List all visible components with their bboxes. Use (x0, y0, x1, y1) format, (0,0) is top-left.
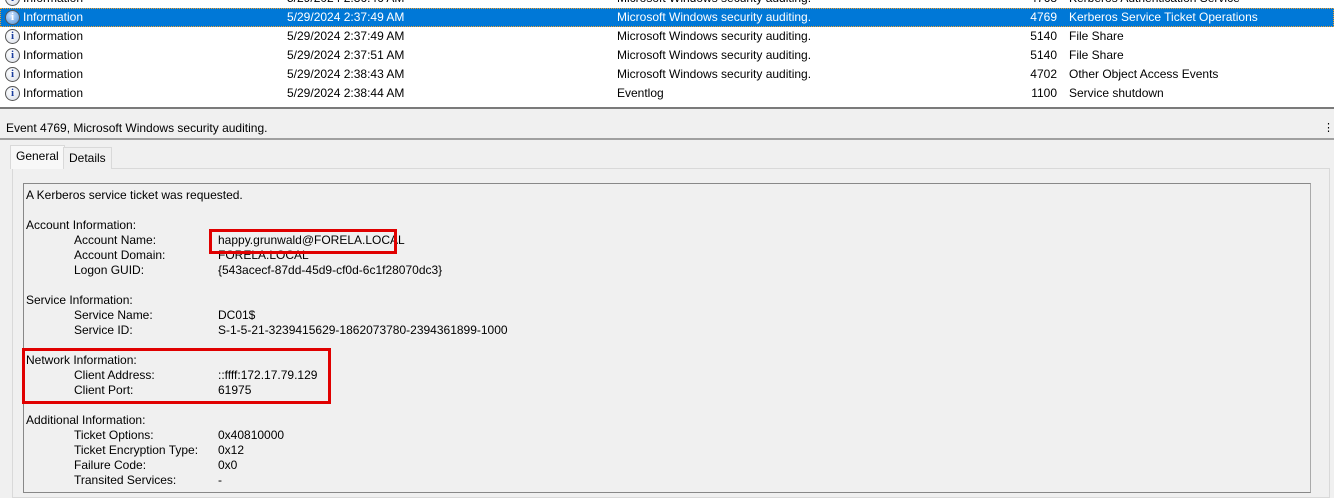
field-label: Account Domain: (74, 248, 166, 262)
event-source: Microsoft Windows security auditing. (617, 67, 812, 81)
event-level: Information (23, 29, 84, 43)
field-value: 0x40810000 (218, 428, 285, 442)
information-icon: i (5, 86, 20, 101)
field-label: Ticket Encryption Type: (74, 443, 199, 457)
more-icon[interactable]: ⋮ (1323, 121, 1334, 134)
event-row[interactable]: i Information 5/29/2024 2:38:44 AM Eventlog… (0, 84, 1334, 103)
tab-details[interactable]: Details (63, 147, 112, 169)
event-list[interactable]: iInformation5/29/2024 2:36:46 AMMicrosof… (0, 0, 1334, 109)
field-value: 0x12 (218, 443, 245, 457)
event-date: 5/29/2024 2:38:44 AM (287, 86, 405, 100)
section-title: Service Information: (26, 293, 133, 307)
field-label: Logon GUID: (74, 263, 145, 277)
event-task: Other Object Access Events (1069, 67, 1219, 81)
event-level: Information (23, 10, 84, 24)
event-level: Information (23, 86, 84, 100)
event-date: 5/29/2024 2:38:43 AM (287, 67, 405, 81)
summary-text: A Kerberos service ticket was requested. (26, 188, 243, 202)
event-level: Information (23, 67, 84, 81)
event-id: 4768 (1030, 0, 1057, 8)
event-row[interactable]: i Information 5/29/2024 2:37:51 AM Microsof… (0, 46, 1334, 65)
event-row[interactable]: i Information 5/29/2024 2:37:49 AM Microsof… (0, 8, 1334, 27)
highlight-account-name (209, 229, 397, 254)
event-task: File Share (1069, 29, 1124, 43)
field-value: - (218, 473, 222, 487)
event-row[interactable]: i Information 5/29/2024 2:38:43 AM Microsof… (0, 65, 1334, 84)
field-label: Service ID: (74, 323, 133, 337)
event-id: 5140 (1030, 48, 1057, 62)
field-label: Service Name: (74, 308, 153, 322)
event-row[interactable]: i Information 5/29/2024 2:37:49 AM Microsof… (0, 27, 1334, 46)
event-source: Microsoft Windows security auditing. (617, 48, 812, 62)
event-id: 4769 (1030, 10, 1057, 24)
section-title: Account Information: (26, 218, 137, 232)
information-icon: i (5, 29, 20, 44)
field-label: Account Name: (74, 233, 157, 247)
information-icon: i (5, 67, 20, 82)
event-source: Microsoft Windows security auditing. (617, 0, 811, 8)
event-task: Service shutdown (1069, 86, 1164, 100)
field-value: 0x0 (218, 458, 238, 472)
field-label: Failure Code: (74, 458, 147, 472)
information-icon: i (5, 10, 20, 25)
event-task: Kerberos Authentication Service (1069, 0, 1240, 8)
event-detail-header: Event 4769, Microsoft Windows security a… (6, 121, 268, 135)
event-date: 5/29/2024 2:37:49 AM (287, 29, 405, 43)
event-id: 4702 (1030, 67, 1057, 81)
information-icon: i (5, 48, 20, 63)
event-level: Information (23, 48, 84, 62)
field-value: {543acecf-87dd-45d9-cf0d-6c1f28070dc3} (218, 263, 443, 277)
event-row[interactable]: iInformation 5/29/2024 2:36:46 AM Microsof… (0, 0, 1334, 8)
field-value: DC01$ (218, 308, 256, 322)
event-task: File Share (1069, 48, 1124, 62)
event-source: Eventlog (617, 86, 664, 100)
field-value: S-1-5-21-3239415629-1862073780-239436189… (218, 323, 508, 337)
event-source: Microsoft Windows security auditing. (617, 10, 812, 24)
section-title: Additional Information: (26, 413, 146, 427)
event-source: Microsoft Windows security auditing. (617, 29, 812, 43)
field-label: Transited Services: (74, 473, 177, 487)
highlight-network-info (22, 348, 331, 404)
event-id: 5140 (1030, 29, 1057, 43)
splitter[interactable] (0, 138, 1334, 140)
tab-general[interactable]: General (10, 145, 65, 169)
event-date: 5/29/2024 2:37:49 AM (287, 10, 405, 24)
information-icon: i (5, 0, 20, 6)
event-date: 5/29/2024 2:36:46 AM (287, 0, 404, 8)
event-date: 5/29/2024 2:37:51 AM (287, 48, 405, 62)
event-task: Kerberos Service Ticket Operations (1069, 10, 1258, 24)
event-level: Information (23, 0, 83, 8)
event-id: 1100 (1031, 86, 1057, 100)
field-label: Ticket Options: (74, 428, 154, 442)
